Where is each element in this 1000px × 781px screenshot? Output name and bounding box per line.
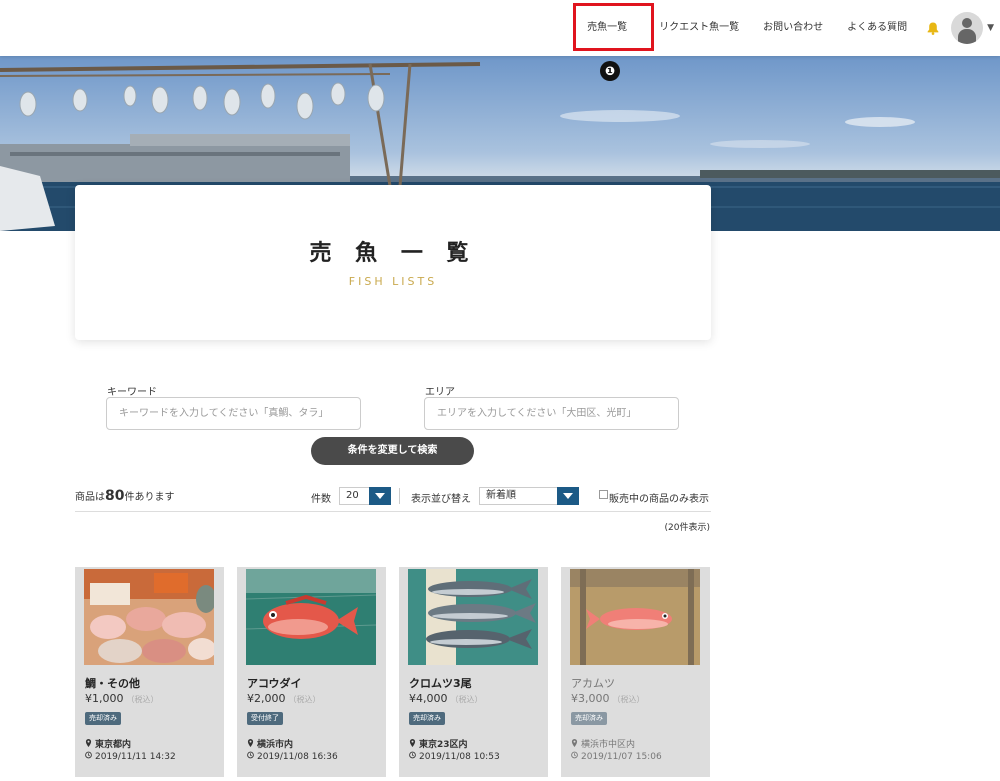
only-on-sale-label: 販売中の商品のみ表示 (609, 494, 709, 505)
product-name: 鯛・その他 (85, 677, 140, 690)
product-tax: （税込） (288, 695, 321, 704)
product-price: ¥3,000 （税込） (571, 692, 645, 705)
chevron-down-icon[interactable]: ▼ (987, 23, 994, 33)
clock-icon (247, 751, 254, 759)
per-page-label: 件数 (311, 494, 331, 505)
page: 売魚一覧 リクエスト魚一覧 お問い合わせ よくある質問 ▼ ❶ 売 魚 一 覧 … (0, 0, 1000, 781)
product-card[interactable]: 鯛・その他 ¥1,000 （税込） 売却済み 東京都内 2019/11/11 14… (75, 567, 224, 777)
product-tax: （税込） (612, 695, 645, 704)
product-card[interactable]: アコウダイ ¥2,000 （税込） 受付終了 横浜市内 2019/11/08 16… (237, 567, 386, 777)
product-price: ¥2,000 （税込） (247, 692, 321, 705)
clock-icon (85, 751, 92, 759)
nav-request-fish-list[interactable]: リクエスト魚一覧 (647, 0, 751, 56)
product-image (84, 569, 214, 665)
product-image (408, 569, 538, 665)
page-title: 売 魚 一 覧 (309, 241, 477, 266)
status-badge: 受付終了 (247, 712, 283, 725)
status-badge: 売却済み (571, 712, 607, 725)
page-title-card: 売 魚 一 覧 FISH LISTS (75, 185, 711, 340)
status-badge: 売却済み (409, 712, 445, 725)
product-price: ¥1,000 （税込） (85, 692, 159, 705)
product-date: 2019/11/08 16:36 (247, 751, 338, 762)
result-count-suffix: 件あります (124, 492, 175, 503)
sort-select[interactable]: 新着順 (479, 487, 579, 505)
product-date-text: 2019/11/08 10:53 (419, 752, 500, 762)
product-location-text: 東京都内 (95, 740, 132, 750)
product-location-text: 横浜市内 (257, 740, 294, 750)
product-date-text: 2019/11/11 14:32 (95, 752, 176, 762)
product-location-text: 東京23区内 (419, 740, 468, 750)
product-location: 東京都内 (85, 737, 131, 750)
product-price-value: ¥2,000 (247, 692, 286, 705)
status-badge: 売却済み (85, 712, 121, 725)
location-pin-icon (247, 739, 254, 747)
product-card[interactable]: アカムツ ¥3,000 （税込） 売却済み 横浜市中区内 2019/11/07 1… (561, 567, 710, 777)
nav-contact[interactable]: お問い合わせ (751, 0, 835, 56)
keyword-input[interactable]: キーワードを入力してください「真鯛、タラ」 (106, 397, 361, 430)
sort-value: 新着順 (486, 490, 516, 501)
chevron-down-icon (557, 487, 579, 505)
sort-label: 表示並び替え (411, 494, 471, 505)
product-image (570, 569, 700, 665)
per-page-select[interactable]: 20 (339, 487, 391, 505)
product-date-text: 2019/11/08 16:36 (257, 752, 338, 762)
keyword-label: キーワード (107, 387, 157, 398)
only-on-sale-checkbox[interactable] (599, 490, 608, 499)
product-location: 東京23区内 (409, 737, 468, 750)
product-image (246, 569, 376, 665)
clock-icon (409, 751, 416, 759)
product-tax: （税込） (126, 695, 159, 704)
product-name: クロムツ3尾 (409, 677, 472, 690)
area-input[interactable]: エリアを入力してください「大田区、光町」 (424, 397, 679, 430)
result-count-number: 80 (105, 488, 125, 504)
product-card[interactable]: クロムツ3尾 ¥4,000 （税込） 売却済み 東京23区内 2019/11/08… (399, 567, 548, 777)
product-location: 横浜市内 (247, 737, 293, 750)
product-name: アカムツ (571, 677, 615, 690)
bell-icon[interactable] (925, 20, 941, 36)
shown-count: (20件表示) (664, 523, 710, 533)
product-price-value: ¥3,000 (571, 692, 610, 705)
location-pin-icon (409, 739, 416, 747)
location-pin-icon (85, 739, 92, 747)
product-price-value: ¥4,000 (409, 692, 448, 705)
product-date-text: 2019/11/07 15:06 (581, 752, 662, 762)
product-tax: （税込） (450, 695, 483, 704)
divider (399, 488, 400, 504)
product-location-text: 横浜市中区内 (581, 740, 636, 750)
product-price-value: ¥1,000 (85, 692, 124, 705)
result-count-prefix: 商品は (75, 492, 105, 503)
product-location: 横浜市中区内 (571, 737, 635, 750)
search-button[interactable]: 条件を変更して検索 (311, 437, 474, 465)
per-page-value: 20 (346, 490, 359, 501)
product-price: ¥4,000 （税込） (409, 692, 483, 705)
divider (75, 511, 711, 512)
product-name: アコウダイ (247, 677, 302, 690)
avatar[interactable] (951, 12, 984, 44)
area-label: エリア (425, 387, 455, 398)
page-subtitle: FISH LISTS (348, 275, 438, 288)
nav-faq[interactable]: よくある質問 (835, 0, 919, 56)
step-marker: ❶ (600, 61, 620, 81)
result-count: 商品は80件あります (75, 488, 174, 504)
nav-highlight-frame (573, 3, 654, 51)
clock-icon (571, 751, 578, 759)
top-header: 売魚一覧 リクエスト魚一覧 お問い合わせ よくある質問 ▼ (0, 0, 1000, 56)
product-date: 2019/11/07 15:06 (571, 751, 662, 762)
product-date: 2019/11/08 10:53 (409, 751, 500, 762)
product-date: 2019/11/11 14:32 (85, 751, 176, 762)
location-pin-icon (571, 739, 578, 747)
chevron-down-icon (369, 487, 391, 505)
